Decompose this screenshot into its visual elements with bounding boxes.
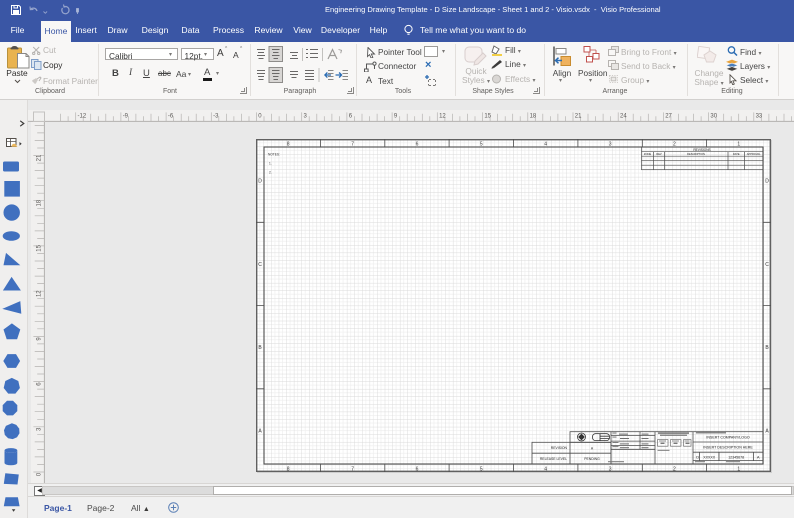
svg-text:-6: -6 bbox=[168, 114, 174, 120]
svg-text:21: 21 bbox=[36, 154, 42, 161]
svg-text:24: 24 bbox=[620, 114, 627, 120]
svg-text:DESCRIPTION: DESCRIPTION bbox=[687, 152, 705, 156]
svg-text:2.: 2. bbox=[269, 170, 272, 174]
svg-text:21: 21 bbox=[575, 114, 582, 120]
svg-text:1: 1 bbox=[737, 466, 740, 472]
svg-text:NOTES:: NOTES: bbox=[268, 152, 280, 156]
svg-text:6: 6 bbox=[416, 466, 419, 472]
svg-text:5: 5 bbox=[480, 466, 483, 472]
svg-text:2: 2 bbox=[673, 141, 676, 147]
svg-text:30: 30 bbox=[710, 114, 717, 120]
svg-text:15: 15 bbox=[484, 114, 491, 120]
svg-text:12: 12 bbox=[439, 114, 446, 120]
svg-text:-3: -3 bbox=[213, 114, 219, 120]
svg-text:D: D bbox=[696, 455, 699, 460]
svg-text:8: 8 bbox=[287, 141, 290, 147]
svg-text:4: 4 bbox=[544, 466, 547, 472]
svg-text:7: 7 bbox=[351, 466, 354, 472]
svg-text:1: 1 bbox=[737, 141, 740, 147]
svg-text:D: D bbox=[765, 179, 769, 185]
svg-text:INSERT DESCRIPTION HERE: INSERT DESCRIPTION HERE bbox=[703, 446, 753, 450]
svg-text:-12: -12 bbox=[78, 114, 87, 120]
svg-text:3: 3 bbox=[609, 466, 612, 472]
svg-text:-9: -9 bbox=[123, 114, 129, 120]
svg-text:XXXXX: XXXXX bbox=[703, 456, 716, 460]
svg-text:C: C bbox=[765, 262, 769, 268]
svg-text:12: 12 bbox=[36, 290, 42, 297]
svg-text:A: A bbox=[757, 455, 760, 460]
svg-text:DATE: DATE bbox=[733, 152, 740, 156]
svg-text:RELEASE LEVEL: RELEASE LEVEL bbox=[540, 457, 567, 461]
svg-text:1.: 1. bbox=[269, 161, 272, 165]
svg-text:7: 7 bbox=[351, 141, 354, 147]
svg-text:PENDING: PENDING bbox=[584, 457, 600, 461]
svg-text:3: 3 bbox=[609, 141, 612, 147]
svg-text:2: 2 bbox=[673, 466, 676, 472]
svg-text:15: 15 bbox=[36, 244, 42, 251]
svg-text:APPROVAL: APPROVAL bbox=[747, 152, 761, 156]
svg-text:18: 18 bbox=[530, 114, 537, 120]
svg-text:REVISIONS: REVISIONS bbox=[693, 148, 710, 152]
svg-text:4: 4 bbox=[544, 141, 547, 147]
svg-text:INSERT COMPANY/LOGO: INSERT COMPANY/LOGO bbox=[706, 436, 750, 440]
svg-text:33: 33 bbox=[756, 114, 763, 120]
svg-text:8: 8 bbox=[287, 466, 290, 472]
svg-text:REV: REV bbox=[656, 152, 662, 156]
svg-text:5: 5 bbox=[480, 141, 483, 147]
svg-text:6: 6 bbox=[416, 141, 419, 147]
svg-text:D: D bbox=[258, 179, 262, 185]
svg-text:ZONE: ZONE bbox=[644, 152, 651, 156]
svg-text:12345678: 12345678 bbox=[728, 456, 744, 460]
svg-text:REVISION: REVISION bbox=[551, 446, 568, 450]
svg-text:27: 27 bbox=[665, 114, 672, 120]
svg-text:18: 18 bbox=[36, 199, 42, 206]
svg-text:C: C bbox=[258, 262, 262, 268]
